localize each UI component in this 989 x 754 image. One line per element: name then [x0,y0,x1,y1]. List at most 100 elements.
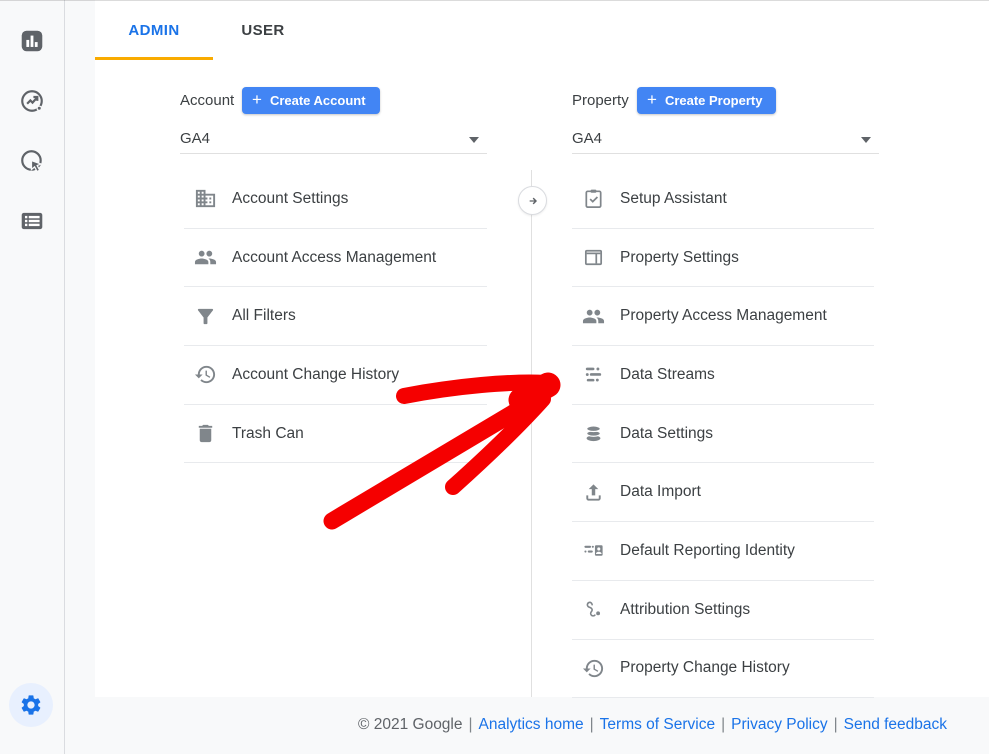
footer-link-privacy-policy[interactable]: Privacy Policy [731,716,827,733]
menu-item-account-access-management[interactable]: Account Access Management [184,229,487,288]
menu-item-label: Property Access Management [620,307,827,325]
menu-item-label: Default Reporting Identity [620,542,795,560]
ad-click-icon [19,148,45,174]
sidebar-nav-item-bar-chart-icon[interactable] [19,28,45,54]
footer-separator: | [463,716,479,733]
account-selector[interactable]: GA4 [180,128,487,154]
menu-item-default-reporting-identity[interactable]: Default Reporting Identity [572,522,874,581]
footer-link-terms-of-service[interactable]: Terms of Service [600,716,715,733]
list-icon [19,208,45,234]
footer-separator: | [584,716,600,733]
collapse-column-button[interactable] [518,186,547,215]
menu-item-label: Property Settings [620,249,739,267]
ga-admin-screen: ADMINUSER Account + Create Account GA4 A… [0,0,989,754]
property-menu-list: Setup Assistant Property Settings Property… [572,170,874,698]
menu-item-label: Account Settings [232,190,348,208]
identity-icon [582,539,605,562]
people-icon [582,305,605,328]
history-icon [194,363,217,386]
identity-icon [582,539,605,562]
building-icon [194,187,217,210]
upload-icon [582,481,605,504]
active-tab-underline [95,57,213,60]
footer-links: © 2021 Google|Analytics home|Terms of Se… [358,716,947,734]
streams-icon [582,363,605,386]
menu-item-data-settings[interactable]: Data Settings [572,405,874,464]
footer-link-send-feedback[interactable]: Send feedback [844,716,947,733]
menu-item-label: Data Streams [620,366,715,384]
sidebar-nav-item-insights-icon[interactable] [19,88,45,114]
streams-icon [582,363,605,386]
people-icon [582,305,605,328]
clipboard-check-icon [582,187,605,210]
window-icon [582,246,605,269]
arrow-right-icon [525,193,541,209]
gear-icon [19,693,43,717]
menu-item-label: All Filters [232,307,296,325]
upload-icon [582,481,605,504]
footer-link-analytics-home[interactable]: Analytics home [479,716,584,733]
database-icon [582,422,605,445]
menu-item-label: Setup Assistant [620,190,727,208]
create-property-label: Create Property [665,93,763,108]
account-menu-list: Account Settings Account Access Managemen… [184,170,487,463]
trash-icon [194,422,217,445]
menu-item-property-change-history[interactable]: Property Change History [572,640,874,699]
footer-separator: | [715,716,731,733]
chevron-down-icon [469,137,479,143]
plus-icon: + [252,91,262,108]
menu-item-label: Trash Can [232,425,304,443]
property-selector-value: GA4 [572,130,602,147]
bar-chart-icon [19,28,45,54]
menu-item-label: Data Import [620,483,701,501]
history-icon [582,657,605,680]
tab-user[interactable]: USER [213,0,313,60]
create-account-button[interactable]: + Create Account [242,87,380,114]
menu-item-trash-can[interactable]: Trash Can [184,405,487,464]
plus-icon: + [647,91,657,108]
sidebar-nav-item-list-icon[interactable] [19,208,45,234]
gear-icon [19,693,43,717]
footer-separator: | [828,716,844,733]
filter-icon [194,305,217,328]
menu-item-data-streams[interactable]: Data Streams [572,346,874,405]
menu-item-all-filters[interactable]: All Filters [184,287,487,346]
history-icon [194,363,217,386]
database-icon [582,422,605,445]
menu-item-account-change-history[interactable]: Account Change History [184,346,487,405]
menu-item-data-import[interactable]: Data Import [572,463,874,522]
clipboard-check-icon [582,187,605,210]
people-icon [194,246,217,269]
sidebar-nav-item-ad-click-icon[interactable] [19,148,45,174]
admin-nav-item[interactable] [9,683,53,727]
trash-icon [194,422,217,445]
chevron-down-icon [861,137,871,143]
menu-item-attribution-settings[interactable]: Attribution Settings [572,581,874,640]
menu-item-property-access-management[interactable]: Property Access Management [572,287,874,346]
menu-item-label: Property Change History [620,659,790,677]
insights-icon [19,88,45,114]
menu-item-label: Account Access Management [232,249,436,267]
tab-admin[interactable]: ADMIN [95,0,213,60]
history-icon [582,657,605,680]
menu-item-account-settings[interactable]: Account Settings [184,170,487,229]
left-nav-sidebar [0,0,65,754]
create-account-label: Create Account [270,93,366,108]
property-selector[interactable]: GA4 [572,128,879,154]
account-selector-value: GA4 [180,130,210,147]
admin-user-tabs: ADMINUSER [95,0,313,60]
menu-item-property-settings[interactable]: Property Settings [572,229,874,288]
menu-item-label: Attribution Settings [620,601,750,619]
filter-icon [194,305,217,328]
window-icon [582,246,605,269]
menu-item-label: Data Settings [620,425,713,443]
account-column-label: Account [180,92,234,109]
menu-item-setup-assistant[interactable]: Setup Assistant [572,170,874,229]
create-property-button[interactable]: + Create Property [637,87,776,114]
admin-panel: ADMINUSER Account + Create Account GA4 A… [95,0,989,697]
property-column-label: Property [572,92,629,109]
building-icon [194,187,217,210]
attribution-icon [582,598,605,621]
arrow-right-icon [525,193,541,209]
footer-copyright: © 2021 Google [358,716,463,733]
